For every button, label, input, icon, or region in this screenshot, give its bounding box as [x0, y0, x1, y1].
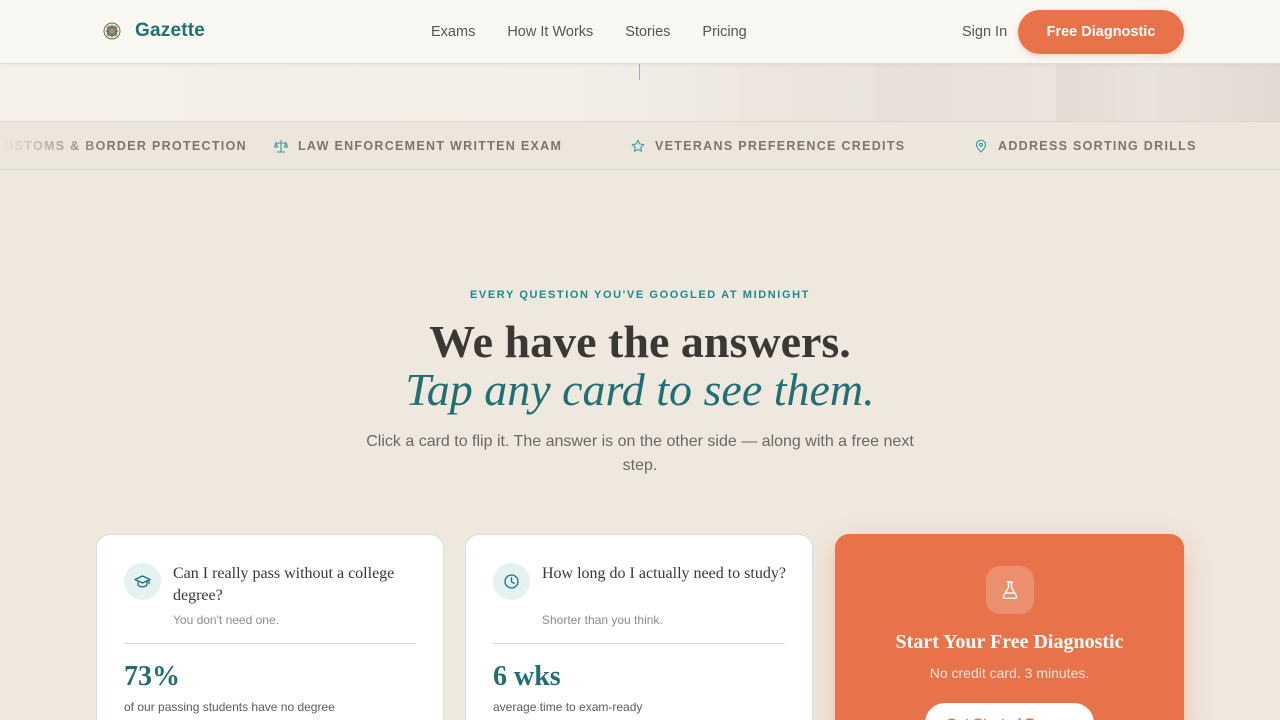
sign-in-link[interactable]: Sign In — [962, 24, 1007, 40]
card-stat-label: average time to exam-ready — [493, 700, 643, 714]
ticker-label: LAW ENFORCEMENT WRITTEN EXAM — [298, 138, 563, 153]
hero-divider — [639, 64, 640, 80]
faq-flip-card[interactable]: Can I really pass without a college degr… — [96, 534, 444, 720]
ticker-label: VETERANS PREFERENCE CREDITS — [655, 138, 906, 153]
brand-link[interactable]: Gazette — [103, 20, 205, 42]
ticker-item: VETERANS PREFERENCE CREDITS — [631, 122, 905, 169]
free-diagnostic-button[interactable]: Free Diagnostic — [1018, 10, 1184, 54]
ticker-fade-right — [1240, 122, 1280, 169]
nav-pricing[interactable]: Pricing — [702, 24, 746, 40]
ticker-label: ADDRESS SORTING DRILLS — [998, 138, 1197, 153]
card-divider — [124, 643, 416, 644]
get-started-button[interactable]: Get Started Free → — [925, 703, 1094, 720]
section-eyebrow: EVERY QUESTION YOU'VE GOOGLED AT MIDNIGH… — [470, 289, 810, 301]
section-headline-accent: Tap any card to see them. — [405, 364, 875, 415]
section-subcopy: Click a card to flip it. The answer is o… — [366, 433, 914, 474]
hero-image-panel — [1056, 64, 1280, 121]
card-icon-badge — [124, 563, 161, 600]
ticker-item: ADDRESS SORTING DRILLS — [974, 122, 1197, 169]
faq-flip-card[interactable]: How long do I actually need to study? Sh… — [465, 534, 813, 720]
section-headline: We have the answers. — [429, 316, 851, 367]
flask-icon-badge — [986, 566, 1034, 614]
card-hint: You don't need one. — [173, 613, 279, 627]
nav-stories[interactable]: Stories — [625, 24, 670, 40]
card-stat-label: of our passing students have no degree — [124, 700, 335, 714]
cta-card-subtitle: No credit card. 3 minutes. — [929, 665, 1090, 681]
cta-card-title: Start Your Free Diagnostic — [895, 631, 1124, 653]
star-icon — [631, 139, 645, 152]
flask-icon — [1002, 581, 1018, 599]
clock-icon — [504, 574, 519, 589]
card-icon-badge — [493, 563, 530, 600]
card-stat: 6 wks — [493, 661, 561, 692]
ticker-fade-left — [0, 122, 110, 169]
diagnostic-cta-card[interactable]: Start Your Free Diagnostic No credit car… — [835, 534, 1184, 720]
map-pin-icon — [975, 139, 987, 153]
logo-icon — [103, 22, 121, 40]
exam-ticker: CUSTOMS & BORDER PROTECTION LAW ENFORCEM… — [0, 121, 1280, 170]
site-header: Gazette Exams How It Works Stories Prici… — [0, 0, 1280, 64]
nav-how-it-works[interactable]: How It Works — [507, 24, 593, 40]
ticker-item: LAW ENFORCEMENT WRITTEN EXAM — [274, 122, 562, 169]
card-hint: Shorter than you think. — [542, 613, 663, 627]
brand-name: Gazette — [135, 20, 206, 41]
card-stat: 73% — [124, 661, 180, 692]
nav-exams[interactable]: Exams — [431, 24, 475, 40]
graduation-cap-icon — [134, 575, 151, 588]
hero-image-panel — [876, 64, 1056, 121]
card-divider — [493, 643, 785, 644]
main-nav: Exams How It Works Stories Pricing — [431, 24, 747, 40]
card-question: How long do I actually need to study? — [542, 565, 786, 582]
card-question: Can I really pass without a college degr… — [173, 565, 395, 604]
scales-icon — [274, 139, 288, 153]
